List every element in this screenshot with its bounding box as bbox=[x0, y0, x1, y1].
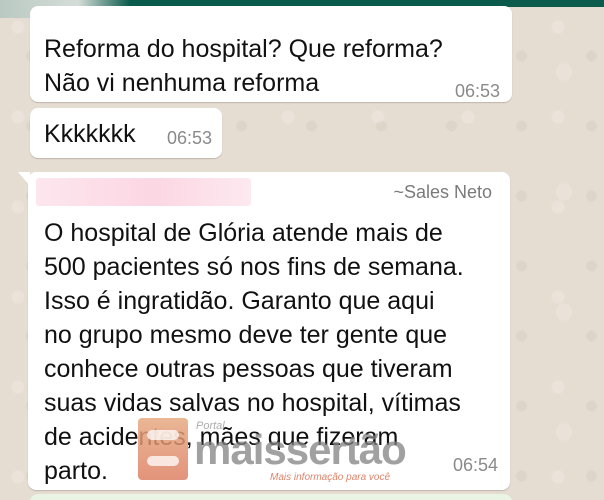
message-time: 06:54 bbox=[452, 455, 498, 475]
bubble-tail bbox=[18, 172, 30, 186]
message-text: Reforma do hospital? Que reforma? Não vi… bbox=[44, 35, 443, 97]
message-sender[interactable]: ~Sales Neto bbox=[393, 182, 492, 203]
message-bubble-2[interactable]: Kkkkkkk 06:53 bbox=[30, 108, 222, 158]
message-bubble-1[interactable]: Reforma do hospital? Que reforma? Não vi… bbox=[30, 6, 512, 102]
message-time: 06:53 bbox=[454, 81, 500, 101]
next-message-bubble-edge bbox=[30, 494, 512, 500]
message-bubble-3[interactable]: ~Sales Neto O hospital de Glória atende … bbox=[18, 172, 510, 490]
message-text: Kkkkkkk bbox=[44, 120, 136, 148]
message-text: O hospital de Glória atende mais de 500 … bbox=[44, 219, 464, 485]
message-time: 06:53 bbox=[166, 128, 212, 148]
blurred-phone-number bbox=[36, 178, 251, 206]
